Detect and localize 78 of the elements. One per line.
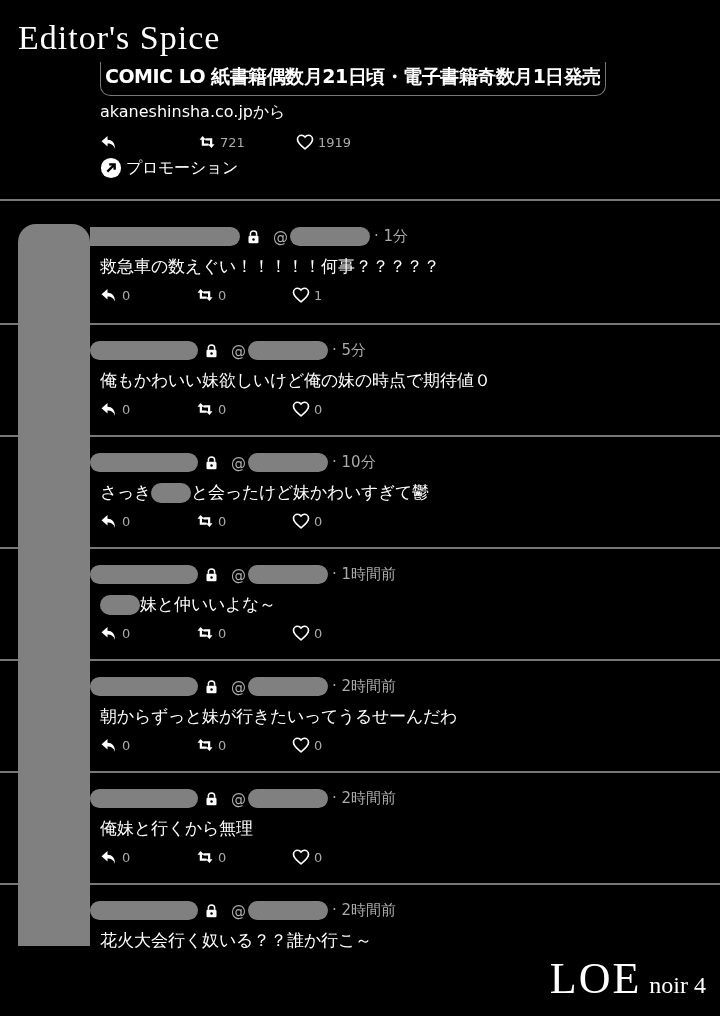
heart-icon[interactable] bbox=[292, 736, 310, 754]
reply-count: 0 bbox=[122, 625, 131, 641]
reply-count: 0 bbox=[122, 287, 131, 303]
retweet-icon[interactable] bbox=[196, 736, 214, 754]
tweet-time: · 1時間前 bbox=[332, 565, 397, 584]
like-count: 0 bbox=[314, 737, 323, 753]
lock-icon bbox=[204, 454, 219, 471]
redacted-word bbox=[151, 482, 191, 503]
tweet-text: 俺もかわいい妹欲しいけど俺の妹の時点で期待値０ bbox=[100, 369, 491, 392]
book-title: LOE bbox=[549, 953, 642, 1004]
reply-icon[interactable] bbox=[100, 400, 118, 418]
reply-count: 0 bbox=[122, 737, 131, 753]
like-count: 0 bbox=[314, 625, 323, 641]
reply-icon[interactable] bbox=[100, 133, 118, 151]
lock-icon bbox=[204, 902, 219, 919]
retweet-icon[interactable] bbox=[198, 133, 216, 151]
like-count: 1 bbox=[314, 287, 323, 303]
reply-icon[interactable] bbox=[100, 848, 118, 866]
heart-icon[interactable] bbox=[296, 133, 314, 151]
retweet-count: 0 bbox=[218, 625, 227, 641]
retweet-count: 0 bbox=[218, 849, 227, 865]
retweet-icon[interactable] bbox=[196, 400, 214, 418]
promoted-label: プロモーション bbox=[126, 157, 238, 179]
retweet-icon[interactable] bbox=[196, 848, 214, 866]
tweet-time: · 2時間前 bbox=[332, 677, 397, 696]
tweet-text: さっき bbox=[100, 481, 151, 504]
tweet-time: · 1分 bbox=[374, 227, 409, 246]
tweet-text: 朝からずっと妹が行きたいってうるせーんだわ bbox=[100, 705, 457, 728]
tweet-time: · 10分 bbox=[332, 453, 376, 472]
heart-icon[interactable] bbox=[292, 400, 310, 418]
tweet-text: 妹と仲いいよな～ bbox=[140, 593, 276, 616]
retweet-icon[interactable] bbox=[196, 286, 214, 304]
like-count: 0 bbox=[314, 849, 323, 865]
tweet-text: 花火大会行く奴いる？？誰か行こ～ bbox=[100, 929, 372, 952]
reply-icon[interactable] bbox=[100, 624, 118, 642]
at-sign: @ bbox=[231, 789, 246, 808]
tweet-time: · 2時間前 bbox=[332, 901, 397, 920]
lock-icon bbox=[246, 228, 261, 245]
retweet-count: 0 bbox=[218, 401, 227, 417]
reply-icon[interactable] bbox=[100, 512, 118, 530]
reply-count: 0 bbox=[122, 401, 131, 417]
retweet-icon[interactable] bbox=[196, 512, 214, 530]
like-count: 0 bbox=[314, 401, 323, 417]
reply-count: 0 bbox=[122, 513, 131, 529]
retweet-count: 0 bbox=[218, 513, 227, 529]
ad-headline[interactable]: COMIC LO 紙書籍偶数月21日頃・電子書籍奇数月1日発売 bbox=[100, 62, 606, 96]
ad-source: akaneshinsha.co.jpから bbox=[100, 102, 286, 123]
heart-icon[interactable] bbox=[292, 624, 310, 642]
tweet-text: と会ったけど妹かわいすぎて鬱 bbox=[191, 481, 429, 504]
lock-icon bbox=[204, 342, 219, 359]
redacted-word bbox=[100, 594, 140, 615]
like-count: 0 bbox=[314, 513, 323, 529]
reply-icon[interactable] bbox=[100, 736, 118, 754]
lock-icon bbox=[204, 790, 219, 807]
at-sign: @ bbox=[231, 677, 246, 696]
tweet-text: 俺妹と行くから無理 bbox=[100, 817, 253, 840]
lock-icon bbox=[204, 678, 219, 695]
reply-icon[interactable] bbox=[100, 286, 118, 304]
lock-icon bbox=[204, 566, 219, 583]
at-sign: @ bbox=[231, 341, 246, 360]
retweet-icon[interactable] bbox=[196, 624, 214, 642]
retweet-count: 0 bbox=[218, 287, 227, 303]
at-sign: @ bbox=[231, 901, 246, 920]
heart-icon[interactable] bbox=[292, 286, 310, 304]
retweet-count: 0 bbox=[218, 737, 227, 753]
page-title: Editor's Spice bbox=[17, 18, 222, 58]
at-sign: @ bbox=[231, 453, 246, 472]
like-count: 1919 bbox=[318, 134, 352, 150]
book-subtitle: noir 4 bbox=[649, 972, 706, 999]
at-sign: @ bbox=[231, 565, 246, 584]
tweet-time: · 5分 bbox=[332, 341, 367, 360]
tweet-text: 救急車の数えぐい！！！！！何事？？？？？ bbox=[100, 255, 440, 278]
heart-icon[interactable] bbox=[292, 512, 310, 530]
tweet-time: · 2時間前 bbox=[332, 789, 397, 808]
reply-count: 0 bbox=[122, 849, 131, 865]
retweet-count: 721 bbox=[220, 134, 245, 150]
heart-icon[interactable] bbox=[292, 848, 310, 866]
at-sign: @ bbox=[273, 227, 288, 246]
